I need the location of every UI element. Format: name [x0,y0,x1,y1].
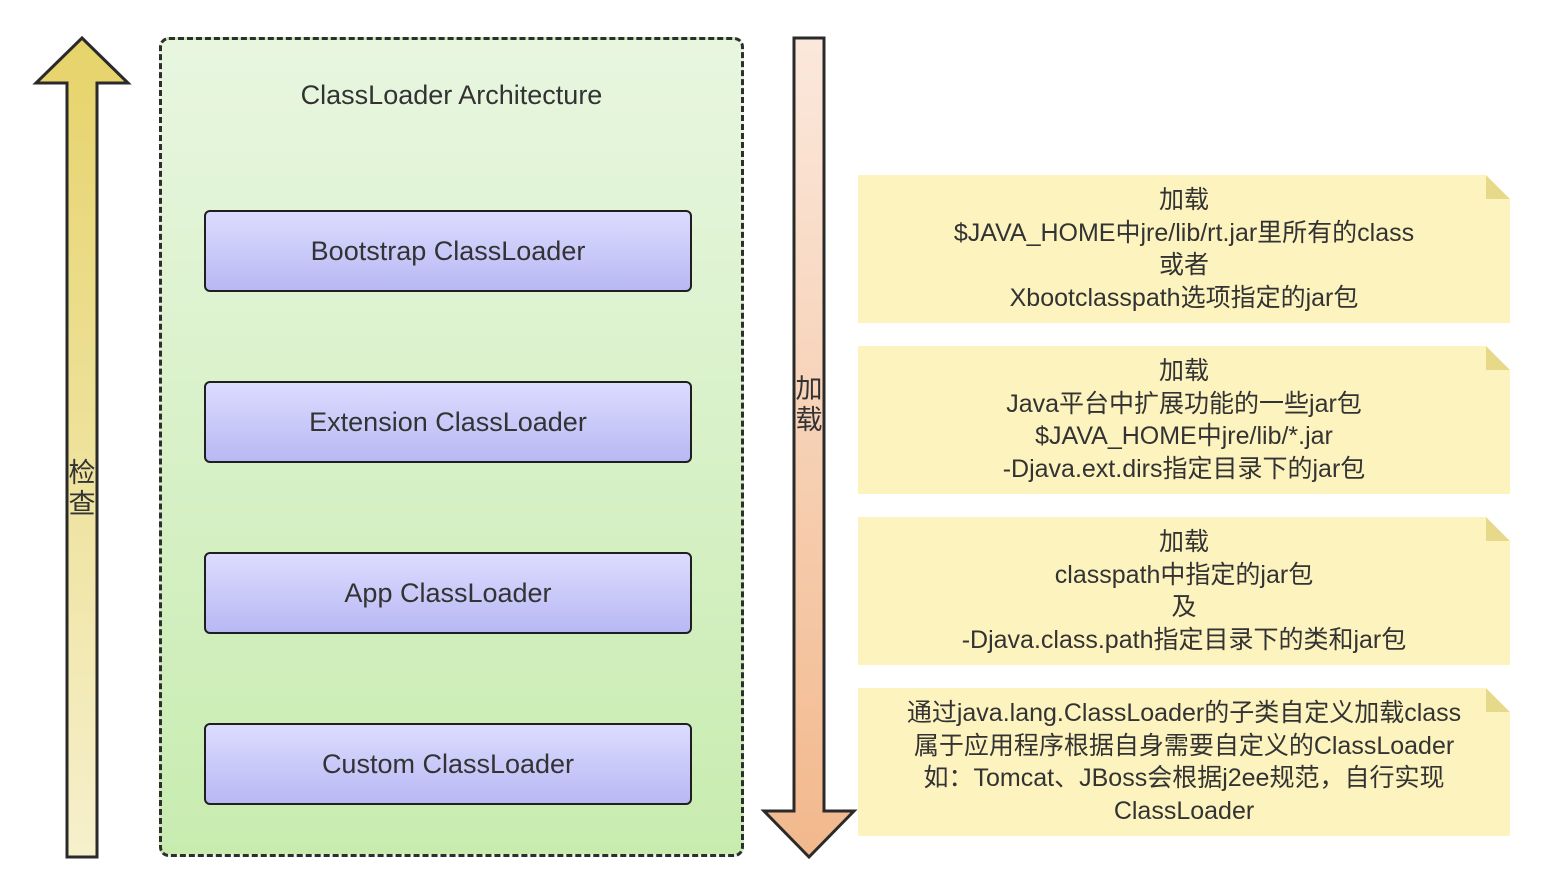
note-line: 通过java.lang.ClassLoader的子类自定义加载class [906,699,1462,727]
load-down-arrow [760,36,858,860]
check-up-arrow [32,35,132,859]
check-label-char-1: 检 [68,458,96,488]
load-label-char-1: 加 [795,374,823,404]
note-line: Java平台中扩展功能的一些jar包 [1006,389,1362,418]
load-label: 加 载 [794,374,824,436]
note-line: 属于应用程序根据自身需要自定义的ClassLoader [913,731,1455,760]
load-label-char-2: 载 [795,405,823,436]
check-label-char-2: 查 [68,489,96,520]
note-line: $JAVA_HOME中jre/lib/rt.jar里所有的class [953,218,1415,247]
note-line: -Djava.class.path指定目录下的类和jar包 [961,625,1407,654]
note-line: Xbootclasspath选项指定的jar包 [1009,283,1359,312]
architecture-title: ClassLoader Architecture [300,80,603,110]
check-label: 检 查 [67,458,97,520]
note-line: classpath中指定的jar包 [1054,560,1314,589]
note-line: -Djava.ext.dirs指定目录下的jar包 [1002,454,1366,483]
app-note: 加载 classpath中指定的jar包 及 -Djava.class.path… [858,517,1510,665]
note-line: 加载 [1158,528,1209,556]
note-line: 加载 [1158,186,1209,214]
bootstrap-classloader-box: Bootstrap ClassLoader [204,210,692,292]
extension-note: 加载 Java平台中扩展功能的一些jar包 $JAVA_HOME中jre/lib… [858,346,1510,494]
extension-classloader-box: Extension ClassLoader [204,381,692,463]
note-line: 加载 [1158,357,1209,385]
note-line: $JAVA_HOME中jre/lib/*.jar [1035,422,1333,450]
classloader-architecture-container: ClassLoader Architecture Bootstrap Class… [159,37,744,857]
bootstrap-note: 加载 $JAVA_HOME中jre/lib/rt.jar里所有的class 或者… [858,175,1510,323]
note-line: ClassLoader [1113,796,1255,825]
note-line: 如：Tomcat、JBoss会根据j2ee规范，自行实现 [923,764,1445,792]
note-line: 及 [1171,593,1197,621]
app-classloader-box: App ClassLoader [204,552,692,634]
custom-note: 通过java.lang.ClassLoader的子类自定义加载class 属于应… [858,688,1510,836]
custom-classloader-box: Custom ClassLoader [204,723,692,805]
note-line: 或者 [1158,251,1209,279]
